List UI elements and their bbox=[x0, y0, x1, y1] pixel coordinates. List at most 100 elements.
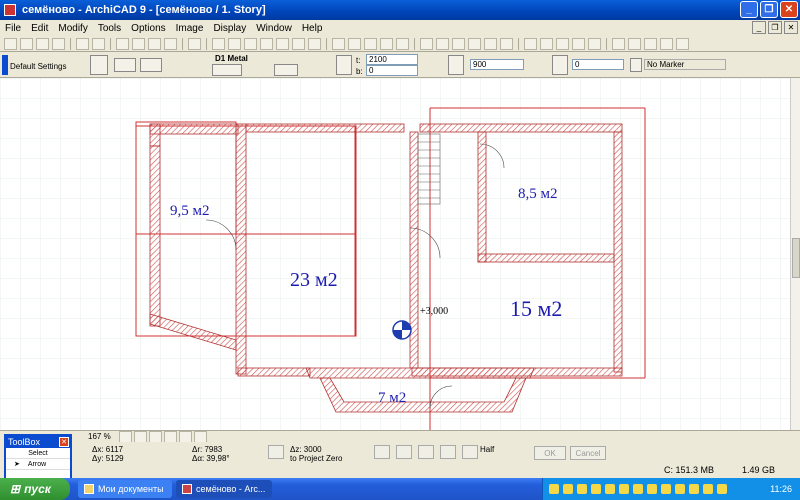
resize-icon[interactable] bbox=[308, 37, 321, 50]
group-icon[interactable] bbox=[420, 37, 433, 50]
offset-field[interactable]: 0 bbox=[572, 59, 624, 70]
print-icon[interactable] bbox=[52, 37, 65, 50]
cut-icon[interactable] bbox=[116, 37, 129, 50]
mirror-icon[interactable] bbox=[244, 37, 257, 50]
scrollbar-thumb[interactable] bbox=[792, 238, 800, 278]
snap-mode-icon[interactable] bbox=[374, 445, 390, 459]
pan-icon[interactable] bbox=[163, 430, 177, 443]
t-field[interactable]: 2100 bbox=[366, 54, 418, 65]
tray-icon[interactable] bbox=[549, 484, 559, 494]
taskbar-item-archicad[interactable]: семёново - Arc... bbox=[176, 480, 272, 498]
tray-icon[interactable] bbox=[689, 484, 699, 494]
zoom-level[interactable]: 167 % bbox=[88, 432, 111, 441]
menu-image[interactable]: Image bbox=[171, 23, 209, 34]
rotate-icon[interactable] bbox=[228, 37, 241, 50]
tray-icon[interactable] bbox=[563, 484, 573, 494]
adjust-icon[interactable] bbox=[364, 37, 377, 50]
infobox-grip[interactable] bbox=[2, 55, 8, 75]
start-button[interactable]: ⊞ пуск bbox=[0, 478, 70, 500]
doc-close-button[interactable]: ✕ bbox=[784, 21, 798, 34]
tray-icon[interactable] bbox=[633, 484, 643, 494]
layer-settings-button[interactable] bbox=[212, 64, 242, 76]
open-file-icon[interactable] bbox=[20, 37, 33, 50]
coordinate-mode-icon[interactable] bbox=[268, 445, 284, 459]
menu-help[interactable]: Help bbox=[297, 23, 328, 34]
save-icon[interactable] bbox=[36, 37, 49, 50]
toolbox-title-bar[interactable]: ToolBox ✕ bbox=[6, 436, 70, 448]
menu-modify[interactable]: Modify bbox=[53, 23, 92, 34]
taskbar-item-my-documents[interactable]: Мои документы bbox=[78, 480, 172, 498]
cancel-button[interactable]: Cancel bbox=[570, 446, 606, 460]
zoom-out-icon[interactable] bbox=[133, 430, 147, 443]
multiply-icon[interactable] bbox=[276, 37, 289, 50]
previous-zoom-icon[interactable] bbox=[178, 430, 192, 443]
relative-construction-icon[interactable] bbox=[396, 445, 412, 459]
menu-edit[interactable]: Edit bbox=[26, 23, 53, 34]
floor-plan-canvas[interactable]: 9,5 м2 23 м2 8,5 м2 15 м2 7 м2 +3,000 bbox=[0, 78, 790, 430]
to-project-zero[interactable]: to Project Zero bbox=[290, 454, 342, 463]
anchor-point-icon[interactable] bbox=[114, 58, 136, 72]
restore-button[interactable]: ❐ bbox=[760, 1, 778, 18]
layer-name[interactable]: D1 Metal bbox=[215, 54, 248, 63]
unlock-icon[interactable] bbox=[468, 37, 481, 50]
fillet-icon[interactable] bbox=[396, 37, 409, 50]
find-icon[interactable] bbox=[188, 37, 201, 50]
width-field[interactable]: 900 bbox=[470, 59, 524, 70]
tray-icon[interactable] bbox=[661, 484, 671, 494]
redo-icon[interactable] bbox=[92, 37, 105, 50]
tray-icon[interactable] bbox=[605, 484, 615, 494]
zoom-in-icon[interactable] bbox=[118, 430, 132, 443]
undo-icon[interactable] bbox=[76, 37, 89, 50]
reverse-button[interactable] bbox=[274, 64, 298, 76]
copy-icon[interactable] bbox=[132, 37, 145, 50]
tray-icon[interactable] bbox=[717, 484, 727, 494]
detail-icon[interactable] bbox=[644, 37, 657, 50]
clock[interactable]: 11:26 bbox=[770, 484, 800, 494]
layer-icon[interactable] bbox=[588, 37, 601, 50]
marker-select[interactable]: No Marker bbox=[644, 59, 726, 70]
doc-minimize-button[interactable]: _ bbox=[752, 21, 766, 34]
magic-wand-icon[interactable] bbox=[440, 445, 456, 459]
elevate-icon[interactable] bbox=[260, 37, 273, 50]
menu-options[interactable]: Options bbox=[126, 23, 170, 34]
menu-display[interactable]: Display bbox=[208, 23, 251, 34]
intersect-icon[interactable] bbox=[380, 37, 393, 50]
special-snap-icon[interactable] bbox=[462, 445, 478, 459]
split-icon[interactable] bbox=[348, 37, 361, 50]
tray-icon[interactable] bbox=[703, 484, 713, 494]
guide-icon[interactable] bbox=[572, 37, 585, 50]
worksheet-icon[interactable] bbox=[660, 37, 673, 50]
tray-icon[interactable] bbox=[647, 484, 657, 494]
fit-in-window-icon[interactable] bbox=[148, 430, 162, 443]
menu-window[interactable]: Window bbox=[251, 23, 297, 34]
snap-icon[interactable] bbox=[556, 37, 569, 50]
settings-label[interactable]: Default Settings bbox=[10, 62, 66, 71]
bring-forward-icon[interactable] bbox=[484, 37, 497, 50]
new-file-icon[interactable] bbox=[4, 37, 17, 50]
ungroup-icon[interactable] bbox=[436, 37, 449, 50]
trim-icon[interactable] bbox=[332, 37, 345, 50]
doc-restore-button[interactable]: ❐ bbox=[768, 21, 782, 34]
paste-icon[interactable] bbox=[148, 37, 161, 50]
display-icon[interactable] bbox=[524, 37, 537, 50]
b-field[interactable]: 0 bbox=[366, 65, 418, 76]
send-backward-icon[interactable] bbox=[500, 37, 513, 50]
menu-file[interactable]: File bbox=[0, 23, 26, 34]
door-tool-icon[interactable] bbox=[90, 55, 108, 75]
snap-half-option[interactable]: Half bbox=[480, 445, 494, 454]
orientation-icon[interactable] bbox=[140, 58, 162, 72]
menu-tools[interactable]: Tools bbox=[93, 23, 126, 34]
vertical-scrollbar[interactable] bbox=[790, 78, 800, 430]
tray-icon[interactable] bbox=[619, 484, 629, 494]
ok-button[interactable]: OK bbox=[534, 446, 566, 460]
drag-icon[interactable] bbox=[212, 37, 225, 50]
elevation-icon[interactable] bbox=[628, 37, 641, 50]
gravity-icon[interactable] bbox=[418, 445, 434, 459]
delete-icon[interactable] bbox=[164, 37, 177, 50]
arrow-tool[interactable]: ➤ Arrow bbox=[6, 459, 70, 470]
minimize-button[interactable]: _ bbox=[740, 1, 758, 18]
tray-icon[interactable] bbox=[577, 484, 587, 494]
toolbox-close-icon[interactable]: ✕ bbox=[59, 437, 69, 447]
next-zoom-icon[interactable] bbox=[193, 430, 207, 443]
tray-icon[interactable] bbox=[591, 484, 601, 494]
